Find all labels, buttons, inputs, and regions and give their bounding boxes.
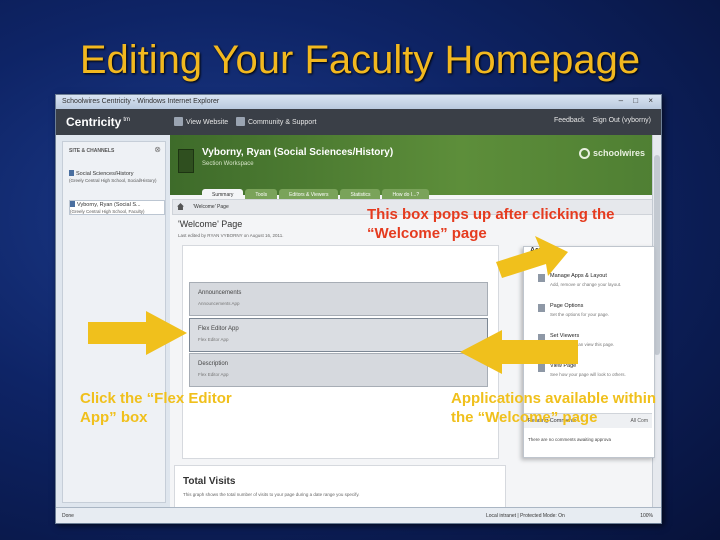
close-icon[interactable]: ⊗	[154, 145, 161, 154]
people-icon	[236, 117, 245, 126]
app-description[interactable]: Description Flex Editor App	[189, 353, 488, 387]
window-controls[interactable]: – □ ×	[619, 96, 657, 105]
pending-comments-body: There are no comments awaiting approva	[528, 437, 612, 442]
options-icon	[538, 304, 545, 312]
last-edited-text: Last edited by RYAN VYBORNY on August 16…	[178, 233, 284, 238]
workspace-label: Section Workspace	[202, 161, 254, 167]
community-support-button[interactable]: Community & Support	[236, 117, 316, 126]
viewers-icon	[538, 334, 545, 342]
workspace-tabs: Summary Tools Editors & Viewers Statistics H…	[202, 183, 431, 201]
total-visits-desc: This graph shows the total number of vis…	[183, 492, 360, 497]
feedback-link[interactable]: Feedback	[554, 117, 585, 124]
page-icon	[70, 201, 75, 207]
window-title: Schoolwires Centricity - Windows Interne…	[62, 98, 220, 105]
page-icon	[69, 170, 74, 176]
browser-titlebar: Schoolwires Centricity - Windows Interne…	[56, 95, 661, 109]
layout-icon	[538, 274, 545, 282]
app-flex-editor[interactable]: Flex Editor App Flex Editor App	[189, 318, 488, 352]
popup-annotation: This box pops up after clicking the “Wel…	[367, 206, 615, 242]
schoolwires-icon	[578, 148, 590, 159]
site-channels-panel: SITE & CHANNELS ⊗ Social Sciences/Histor…	[62, 141, 166, 503]
monitor-icon	[174, 117, 183, 126]
flex-editor-annotation: Click the “Flex Editor App” box	[80, 390, 232, 426]
site-channels-title[interactable]: SITE & CHANNELS	[69, 148, 114, 154]
sidebar-item-social-sciences[interactable]: Social Sciences/History (Greely Central …	[69, 170, 163, 183]
zoom-level[interactable]: 100%	[640, 513, 653, 519]
page-heading: 'Welcome' Page	[178, 219, 243, 229]
header-links: Feedback Sign Out (vyborny)	[548, 117, 651, 124]
centricity-logo[interactable]: Centricity tm	[66, 115, 130, 129]
slide-title: Editing Your Faculty Homepage	[79, 38, 641, 82]
app-announcements[interactable]: Announcements Announcements App	[189, 282, 488, 316]
status-text: Done	[62, 513, 74, 519]
breadcrumb-welcome[interactable]: 'Welcome' Page	[193, 204, 229, 210]
security-zone: Local intranet | Protected Mode: On	[486, 513, 565, 519]
view-icon	[538, 364, 545, 372]
home-icon[interactable]	[177, 203, 184, 210]
workspace-owner: Vyborny, Ryan (Social Sciences/History)	[202, 147, 394, 158]
schoolwires-logo: schoolwires	[578, 148, 645, 159]
view-website-button[interactable]: View Website	[174, 117, 228, 126]
actions-title: Acti	[530, 247, 544, 254]
status-bar: Done Local intranet | Protected Mode: On…	[56, 507, 661, 523]
book-icon	[178, 149, 194, 173]
total-visits-title: Total Visits	[183, 476, 236, 487]
workspace-banner: Vyborny, Ryan (Social Sciences/History) …	[170, 135, 655, 201]
app-header: Centricity tm View Website Community & Su…	[56, 109, 661, 135]
sign-out-link[interactable]: Sign Out (vyborny)	[593, 117, 651, 124]
apps-annotation: Applications available within the “Welco…	[451, 390, 657, 426]
sidebar-item-vyborny[interactable]: Vyborny, Ryan (Social S... (Greely Centr…	[69, 200, 165, 215]
